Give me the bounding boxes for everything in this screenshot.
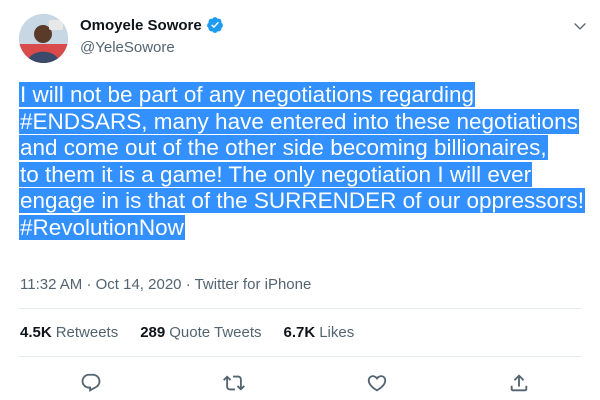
divider <box>19 308 581 309</box>
action-bar <box>0 370 600 400</box>
quote-tweets-label: Quote Tweets <box>169 324 262 341</box>
retweets-label: Retweets <box>55 324 119 341</box>
tweet-text-line: I will not be part of any negotiations r… <box>19 82 476 107</box>
tweet-text-line: engage in is that of the SURRENDER of ou… <box>19 188 586 213</box>
meta-separator: · <box>185 276 191 293</box>
tweet-text-line: and come out of the other side becoming … <box>19 135 548 160</box>
chevron-down-icon[interactable] <box>572 18 588 34</box>
likes-count: 6.7K <box>283 324 316 341</box>
retweet-icon[interactable] <box>223 372 245 394</box>
tweet-meta: 11:32 AM · Oct 14, 2020 · Twitter for iP… <box>20 276 311 293</box>
meta-separator: · <box>86 276 92 293</box>
likes-stat[interactable]: 6.7K Likes <box>284 324 355 341</box>
tweet-stats: 4.5K Retweets 289 Quote Tweets 6.7K Likes <box>20 324 376 341</box>
reply-icon[interactable] <box>80 372 102 394</box>
retweets-stat[interactable]: 4.5K Retweets <box>20 324 118 341</box>
tweet-date[interactable]: Oct 14, 2020 <box>96 276 182 293</box>
tweet-time[interactable]: 11:32 AM <box>20 276 82 293</box>
share-icon[interactable] <box>508 372 530 394</box>
tweet-source[interactable]: Twitter for iPhone <box>195 276 312 293</box>
divider <box>19 356 581 357</box>
hashtag-link[interactable]: #RevolutionNow <box>19 214 185 240</box>
quote-tweets-count: 289 <box>140 324 166 341</box>
author-name-text[interactable]: Omoyele Sowore <box>80 17 202 34</box>
author-name[interactable]: Omoyele Sowore <box>80 16 224 34</box>
avatar[interactable] <box>19 14 68 63</box>
verified-badge-icon <box>206 17 223 33</box>
likes-label: Likes <box>319 324 355 341</box>
tweet-text-line: #ENDSARS, many have entered into these n… <box>19 108 579 134</box>
quote-tweets-stat[interactable]: 289 Quote Tweets <box>140 324 261 341</box>
retweets-count: 4.5K <box>20 324 52 341</box>
tweet-card: Omoyele Sowore @YeleSowore I will not be… <box>0 0 600 400</box>
tweet-text-line: to them it is a game! The only negotiati… <box>19 161 533 187</box>
heart-icon[interactable] <box>366 372 388 394</box>
author-handle[interactable]: @YeleSowore <box>80 39 175 56</box>
tweet-text: I will not be part of any negotiations r… <box>19 82 589 241</box>
